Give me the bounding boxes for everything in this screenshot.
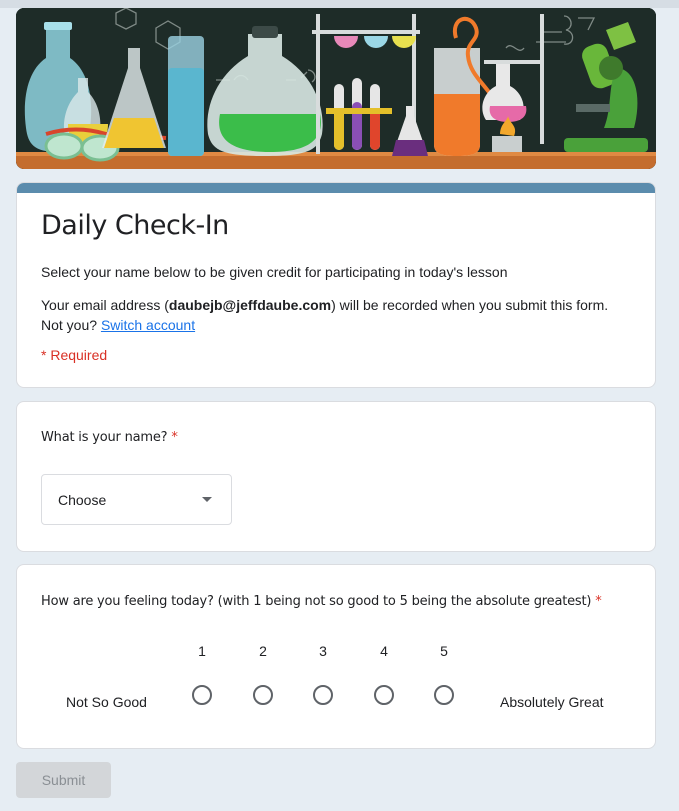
top-strip: [0, 0, 679, 8]
scale-radio-2[interactable]: [253, 685, 273, 705]
question-feeling-text: How are you feeling today? (with 1 being…: [41, 594, 592, 609]
scale-label-4: 4: [380, 643, 388, 659]
scale-radio-4[interactable]: [374, 685, 394, 705]
email-notice: Your email address (daubejb@jeffdaube.co…: [41, 295, 641, 335]
scale-radio-1[interactable]: [192, 685, 212, 705]
scale-high-label: Absolutely Great: [500, 694, 604, 710]
question-feeling-card: How are you feeling today? (with 1 being…: [16, 564, 656, 749]
required-asterisk: *: [595, 594, 602, 609]
switch-account-link[interactable]: Switch account: [101, 317, 195, 333]
header-banner-image: [16, 8, 656, 169]
scale-radio-3[interactable]: [313, 685, 333, 705]
email-suffix: ) will be recorded when you submit this …: [331, 297, 609, 313]
question-name-card: What is your name? * Choose: [16, 401, 656, 552]
scale-label-3: 3: [319, 643, 327, 659]
scale-label-2: 2: [259, 643, 267, 659]
not-you-text: Not you?: [41, 317, 98, 333]
submit-button[interactable]: Submit: [16, 762, 111, 798]
form-title: Daily Check-In: [41, 210, 229, 241]
scale-low-label: Not So Good: [66, 694, 147, 710]
scale-label-1: 1: [198, 643, 206, 659]
scale-label-5: 5: [440, 643, 448, 659]
question-feeling-label: How are you feeling today? (with 1 being…: [41, 594, 602, 609]
form-accent-bar: [17, 183, 655, 193]
required-asterisk: *: [171, 430, 178, 445]
form-header-card: Daily Check-In Select your name below to…: [16, 182, 656, 388]
user-email: daubejb@jeffdaube.com: [168, 297, 332, 313]
form-description: Select your name below to be given credi…: [41, 264, 508, 280]
name-dropdown-value: Choose: [58, 492, 107, 508]
scale-radio-5[interactable]: [434, 685, 454, 705]
email-prefix: Your email address (: [41, 297, 169, 313]
name-dropdown[interactable]: Choose: [41, 474, 232, 525]
question-name-label: What is your name? *: [41, 430, 178, 445]
dropdown-arrow-icon: [202, 497, 212, 502]
required-note: * Required: [41, 347, 108, 363]
question-name-text: What is your name?: [41, 430, 168, 445]
